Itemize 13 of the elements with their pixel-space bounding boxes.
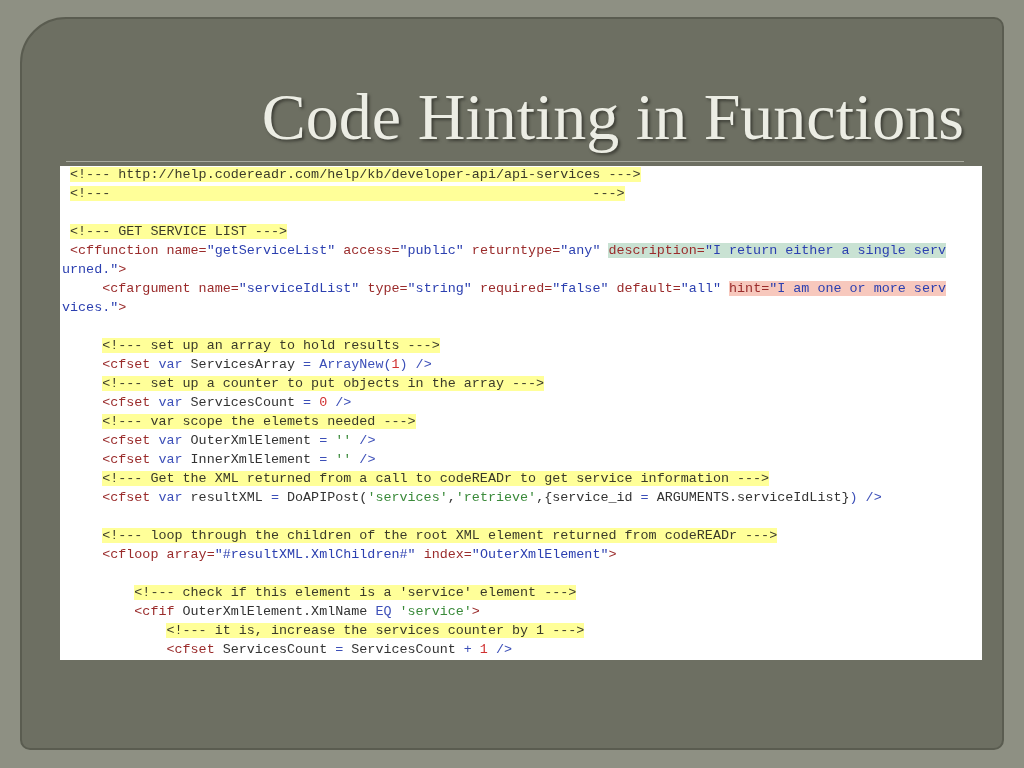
code-line: vices."> [62,300,127,315]
code-line: <cfloop array="#resultXML.XmlChildren#" index="OuterXmlElement"> [102,547,617,562]
code-line: <cfset var ServicesCount = 0 /> [102,395,352,410]
code-line: urned."> [62,262,127,277]
code-line: <cfargument name="serviceIdList" type="string" required="false" default="all" hint="I am one or more serv [102,281,946,296]
code-line: <cfset ServicesCount = ServicesCount + 1 /> [166,642,512,657]
code-line: <cfset var resultXML = DoAPIPost('services','retrieve',{service_id = ARGUMENTS.serviceIdList}) /> [102,490,882,505]
code-line: <cffunction name="getServiceList" access="public" returntype="any" description="I return either a single serv [70,243,946,258]
code-line: <cfset var InnerXmlElement = '' /> [102,452,376,467]
slide-title: Code Hinting in Functions [261,79,964,155]
code-line: <cfif OuterXmlElement.XmlName EQ 'service'> [134,604,480,619]
code-line: <cfset var ServicesArray = ArrayNew(1) /> [102,357,432,372]
code-line: <cfset var OuterXmlElement = '' /> [102,433,376,448]
